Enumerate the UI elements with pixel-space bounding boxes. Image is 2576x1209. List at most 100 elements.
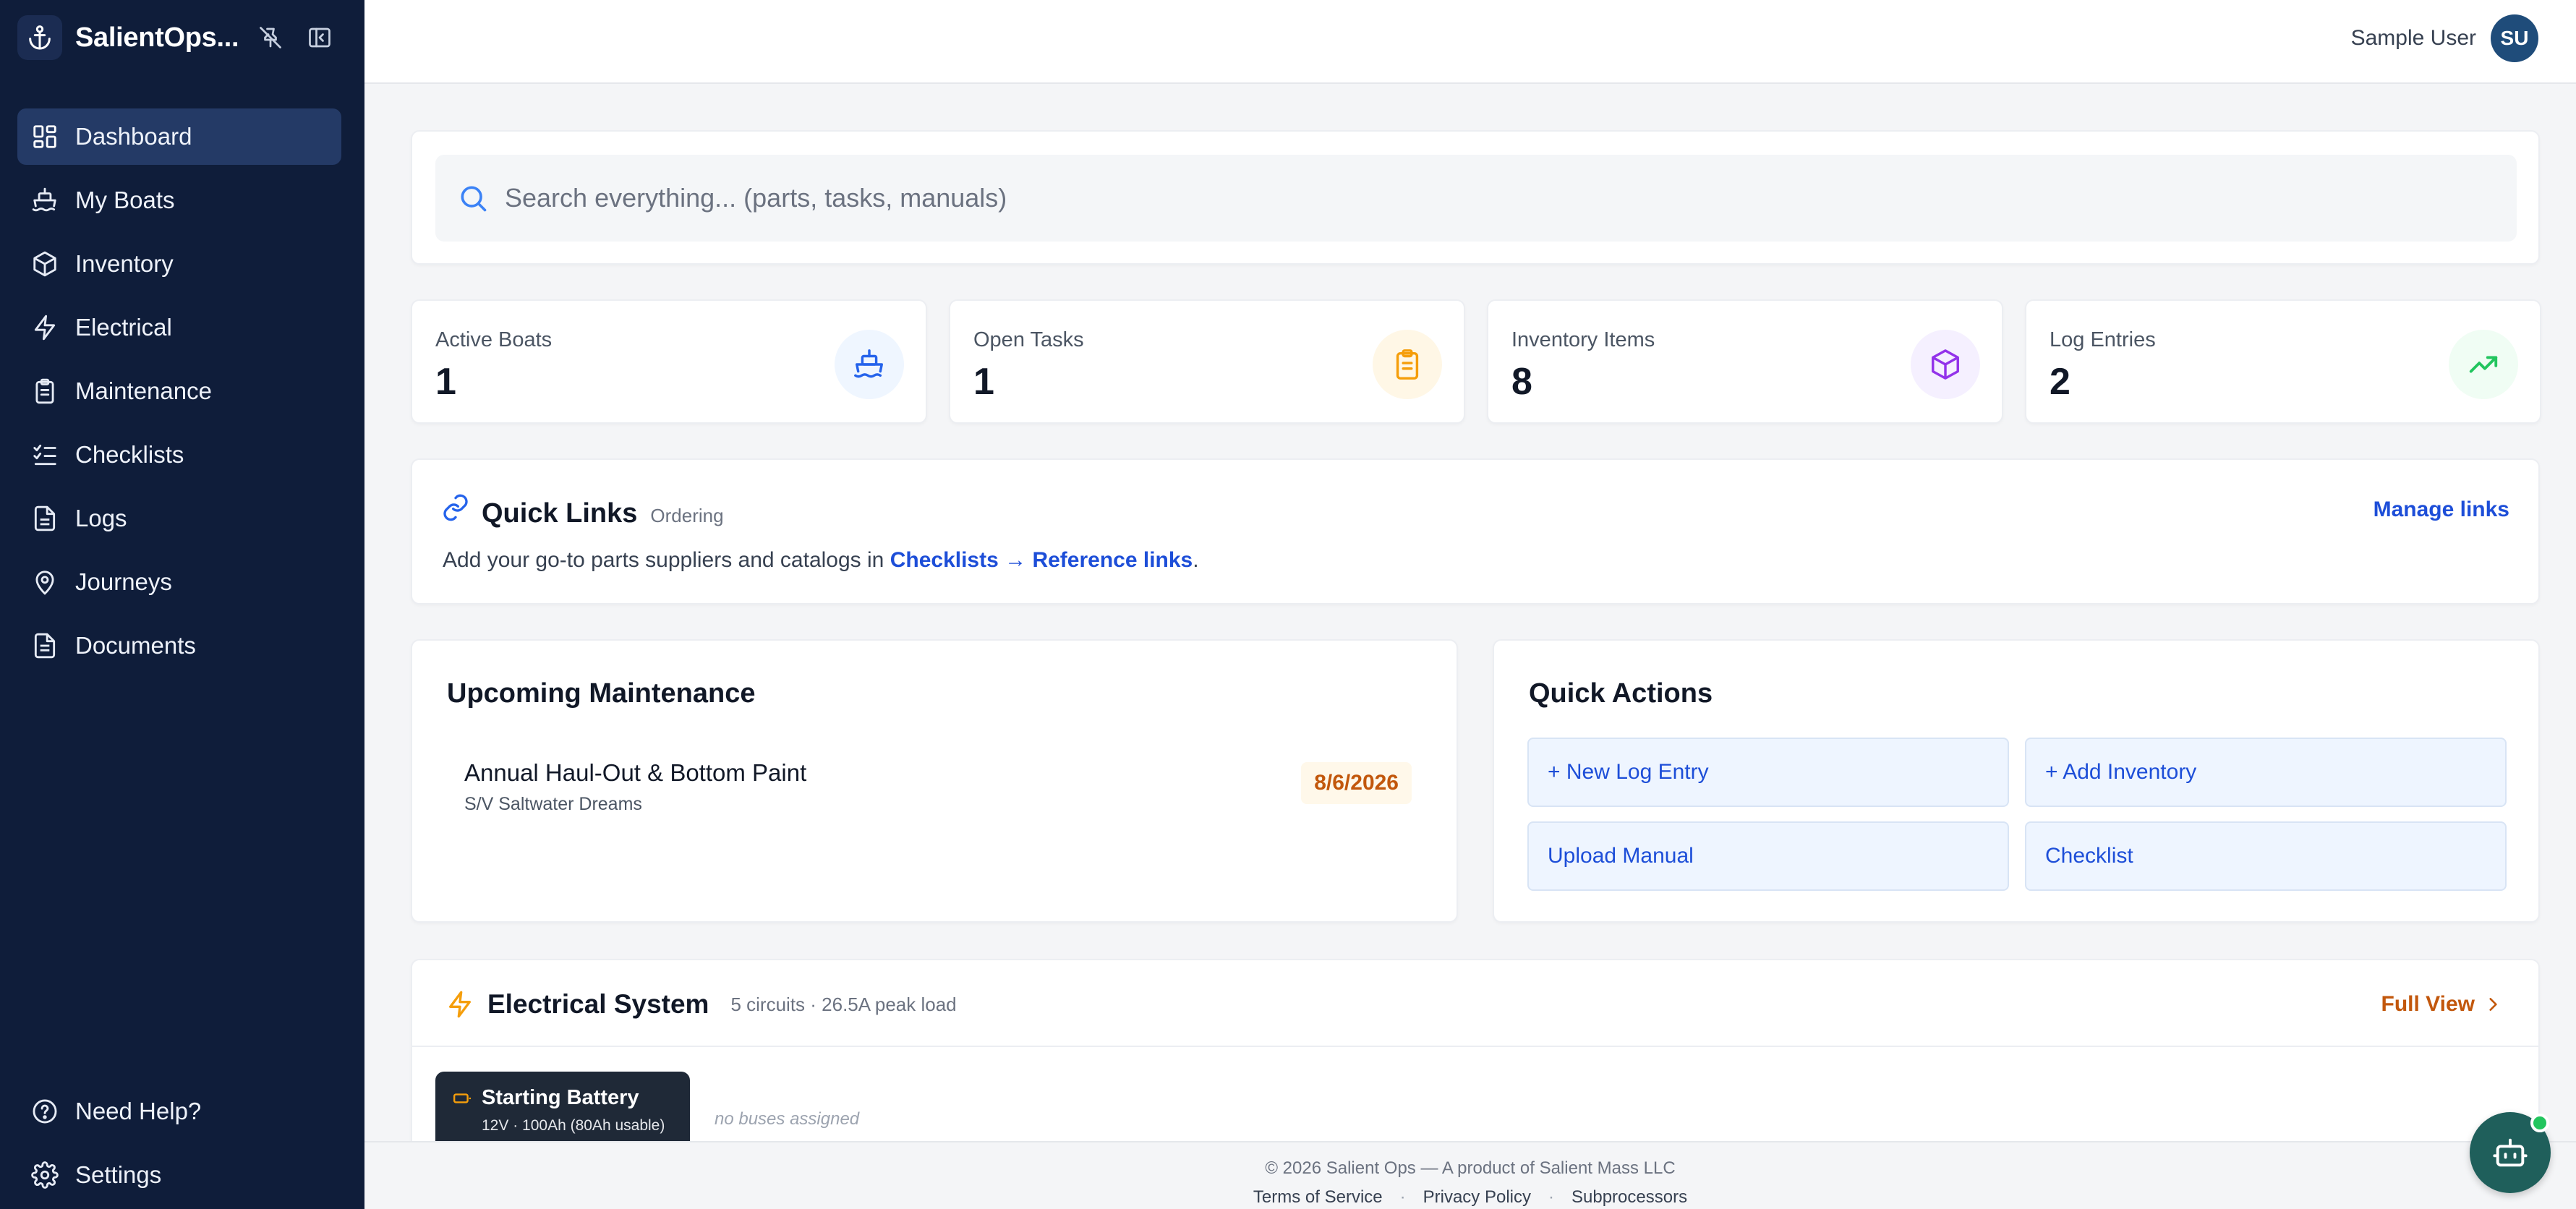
stat-card-open-tasks[interactable]: Open Tasks 1 [949, 299, 1465, 424]
sidebar-item-label: My Boats [75, 187, 175, 213]
gear-icon [29, 1159, 61, 1191]
section-title: Quick Actions [1529, 678, 1713, 709]
sidebar-item-maintenance[interactable]: Maintenance [17, 363, 341, 419]
battery-icon [453, 1089, 472, 1108]
footer: © 2026 Salient Ops — A product of Salien… [364, 1141, 2576, 1209]
user-menu[interactable]: Sample User SU [2351, 14, 2538, 62]
sidebar-item-label: Journeys [75, 568, 172, 595]
stat-value: 2 [2050, 361, 2070, 403]
box-icon [1911, 330, 1980, 399]
box-icon [29, 248, 61, 280]
sidebar-item-settings[interactable]: Settings [17, 1147, 341, 1203]
search-box[interactable] [435, 155, 2517, 242]
file-icon [29, 630, 61, 662]
sidebar-item-journeys[interactable]: Journeys [17, 554, 341, 610]
assistant-chat-button[interactable] [2470, 1112, 2551, 1193]
stat-value: 1 [973, 361, 994, 403]
sidebar-item-label: Logs [75, 505, 127, 531]
quick-links-description: Add your go-to parts suppliers and catal… [443, 548, 1199, 573]
link-icon [441, 493, 470, 522]
sidebar-item-electrical[interactable]: Electrical [17, 299, 341, 356]
clipboard-icon [1373, 330, 1442, 399]
user-name: Sample User [2350, 26, 2476, 50]
boat-icon [835, 330, 904, 399]
brand[interactable]: SalientOps... [17, 15, 239, 60]
lightning-icon [445, 990, 474, 1019]
battery-name: Starting Battery [482, 1086, 639, 1109]
new-log-entry-button[interactable]: + New Log Entry [1527, 738, 2009, 807]
sidebar-bottom: Need Help? Settings [17, 1083, 341, 1209]
electrical-title-group: Electrical System 5 circuits · 26.5A pea… [445, 989, 957, 1020]
stat-label: Log Entries [2050, 328, 2156, 351]
subprocessors-link[interactable]: Subprocessors [1571, 1187, 1687, 1208]
trending-up-icon [2449, 330, 2518, 399]
collapse-sidebar-icon[interactable] [304, 22, 336, 54]
sidebar-item-label: Dashboard [75, 123, 192, 150]
sidebar-item-documents[interactable]: Documents [17, 618, 341, 674]
sidebar-item-label: Need Help? [75, 1098, 202, 1124]
terms-link[interactable]: Terms of Service [1253, 1187, 1383, 1208]
footer-links: Terms of Service · Privacy Policy · Subp… [364, 1187, 2576, 1208]
sidebar-item-help[interactable]: Need Help? [17, 1083, 341, 1140]
maintenance-boat: S/V Saltwater Dreams [464, 794, 642, 814]
separator: · [1548, 1187, 1554, 1207]
privacy-link[interactable]: Privacy Policy [1423, 1187, 1531, 1208]
full-view-link[interactable]: Full View [2381, 992, 2502, 1017]
full-view-label: Full View [2381, 992, 2475, 1016]
boat-icon [29, 184, 61, 216]
avatar[interactable]: SU [2491, 14, 2538, 62]
no-buses-text: no buses assigned [715, 1109, 860, 1129]
upcoming-maintenance-card: Upcoming Maintenance Annual Haul-Out & B… [411, 639, 1458, 923]
electrical-subtitle: 5 circuits · 26.5A peak load [730, 993, 957, 1015]
dashboard-icon [29, 121, 61, 153]
search-icon [457, 182, 489, 214]
lightning-icon [29, 312, 61, 343]
sidebar-item-label: Electrical [75, 314, 172, 341]
sidebar-item-checklists[interactable]: Checklists [17, 427, 341, 483]
manage-links-link[interactable]: Manage links [2374, 497, 2509, 522]
sidebar-item-label: Documents [75, 632, 196, 659]
due-date-badge: 8/6/2026 [1301, 762, 1412, 804]
stat-card-active-boats[interactable]: Active Boats 1 [411, 299, 927, 424]
sidebar-item-label: Maintenance [75, 377, 212, 404]
sidebar-item-my-boats[interactable]: My Boats [17, 172, 341, 228]
stat-card-log-entries[interactable]: Log Entries 2 [2025, 299, 2541, 424]
sidebar-item-label: Inventory [75, 250, 174, 277]
add-inventory-button[interactable]: + Add Inventory [2025, 738, 2507, 807]
checklist-icon [29, 439, 61, 471]
sidebar-item-inventory[interactable]: Inventory [17, 236, 341, 292]
separator: · [1399, 1187, 1406, 1207]
battery-spec: 12V · 100Ah (80Ah usable) [482, 1117, 665, 1134]
unpin-icon[interactable] [255, 22, 286, 54]
sidebar: SalientOps... Dashboard My Boats Invento… [0, 0, 364, 1209]
upload-manual-button[interactable]: Upload Manual [1527, 821, 2009, 891]
sidebar-nav: Dashboard My Boats Inventory Electrical … [17, 108, 341, 681]
quick-links-title: Quick Links [482, 498, 638, 529]
document-icon [29, 503, 61, 534]
online-status-dot [2530, 1114, 2549, 1132]
quick-links-card: Quick Links Ordering Manage links Add yo… [411, 458, 2540, 604]
electrical-header: Electrical System 5 circuits · 26.5A pea… [412, 960, 2538, 1047]
copyright: © 2026 Salient Ops — A product of Salien… [1265, 1158, 1676, 1178]
reference-links-link[interactable]: Checklists → Reference links [890, 548, 1193, 572]
checklist-button[interactable]: Checklist [2025, 821, 2507, 891]
stat-card-inventory-items[interactable]: Inventory Items 8 [1487, 299, 2003, 424]
quick-links-subtitle: Ordering [650, 505, 724, 526]
maintenance-item[interactable]: Annual Haul-Out & Bottom Paint S/V Saltw… [464, 759, 806, 815]
sidebar-item-logs[interactable]: Logs [17, 490, 341, 547]
stat-value: 8 [1511, 361, 1532, 403]
sidebar-item-dashboard[interactable]: Dashboard [17, 108, 341, 165]
topbar: Sample User SU [364, 0, 2576, 84]
stat-label: Open Tasks [973, 328, 1084, 351]
quick-actions-card: Quick Actions + New Log Entry + Add Inve… [1493, 639, 2540, 923]
maintenance-title: Annual Haul-Out & Bottom Paint [464, 759, 807, 786]
stat-value: 1 [435, 361, 456, 403]
clipboard-icon [29, 375, 61, 407]
quick-links-desc-text: Add your go-to parts suppliers and catal… [443, 548, 890, 572]
sidebar-item-label: Checklists [75, 441, 184, 468]
electrical-title: Electrical System [487, 989, 709, 1019]
robot-icon [2491, 1134, 2529, 1171]
search-input[interactable] [505, 183, 2457, 213]
quick-links-header: Quick Links Ordering [441, 493, 724, 529]
map-pin-icon [29, 566, 61, 598]
